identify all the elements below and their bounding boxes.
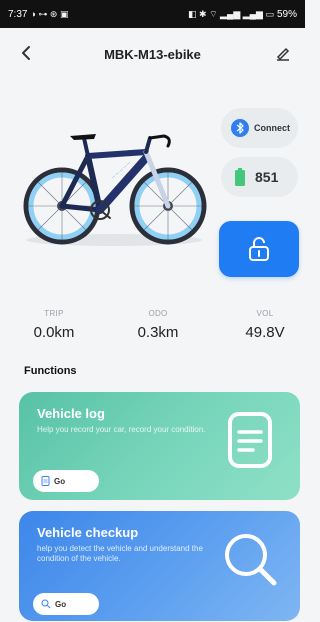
page-title: MBK-M13-ebike: [104, 46, 201, 62]
stat-value: 0.3km: [137, 324, 179, 341]
edit-button[interactable]: [273, 42, 293, 64]
status-left: 7:37 ◑ ⊶ ⊛ ▣: [8, 9, 68, 20]
stat-value: 49.8V: [245, 324, 285, 341]
go-label: Go: [55, 599, 67, 609]
log-document-icon: [228, 412, 272, 468]
stat-vol: VOL 49.8V: [235, 309, 295, 341]
back-button[interactable]: [16, 42, 36, 64]
document-icon: [41, 476, 50, 486]
vehicle-log-go-button[interactable]: Go: [33, 470, 99, 492]
battery-value: 851: [255, 169, 279, 185]
pencil-icon: [276, 47, 290, 61]
ebike-image: ~~~~~: [18, 112, 210, 252]
vehicle-log-card[interactable]: Vehicle log Help you record your car, re…: [19, 392, 300, 500]
magnifier-icon: [225, 534, 277, 586]
battery-icon: [235, 168, 245, 186]
functions-heading: Functions: [24, 365, 77, 377]
unlock-icon: [249, 237, 269, 261]
battery-indicator: 851: [221, 157, 298, 197]
stat-trip: TRIP 0.0km: [24, 309, 84, 341]
unlock-button[interactable]: [219, 221, 299, 277]
stat-label: ODO: [148, 309, 168, 318]
status-time: 7:37: [8, 8, 28, 20]
stat-label: TRIP: [44, 309, 64, 318]
chevron-left-icon: [22, 46, 30, 60]
go-label: Go: [54, 476, 66, 486]
status-battery: 59%: [276, 8, 297, 20]
signal-icons: ◧ ✱ ⌔ ▂▄▆ ▂▄▆ ▭: [188, 8, 274, 19]
app-header: MBK-M13-ebike: [0, 28, 305, 80]
status-bar: 7:37 ◑ ⊶ ⊛ ▣ ◧ ✱ ⌔ ▂▄▆ ▂▄▆ ▭ 59%: [0, 0, 305, 28]
connect-button[interactable]: Connect: [221, 108, 298, 148]
vehicle-checkup-card[interactable]: Vehicle checkup help you detect the vehi…: [19, 511, 300, 621]
stat-value: 0.0km: [33, 324, 75, 341]
card-description: Help you record your car, record your co…: [37, 425, 206, 434]
ride-stats: TRIP 0.0km ODO 0.3km VOL 49.8V: [0, 309, 305, 353]
vehicle-checkup-go-button[interactable]: Go: [33, 593, 99, 615]
stat-label: VOL: [256, 309, 274, 318]
status-right: ◧ ✱ ⌔ ▂▄▆ ▂▄▆ ▭ 59%: [188, 9, 297, 20]
search-icon: [41, 599, 51, 609]
connect-label: Connect: [254, 123, 290, 133]
notification-icons: ◑ ⊶ ⊛ ▣: [30, 8, 69, 19]
card-title: Vehicle log: [37, 406, 105, 421]
card-title: Vehicle checkup: [37, 525, 139, 540]
bluetooth-icon: [231, 119, 249, 137]
stat-odo: ODO 0.3km: [128, 309, 188, 341]
card-description: help you detect the vehicle and understa…: [37, 544, 203, 563]
